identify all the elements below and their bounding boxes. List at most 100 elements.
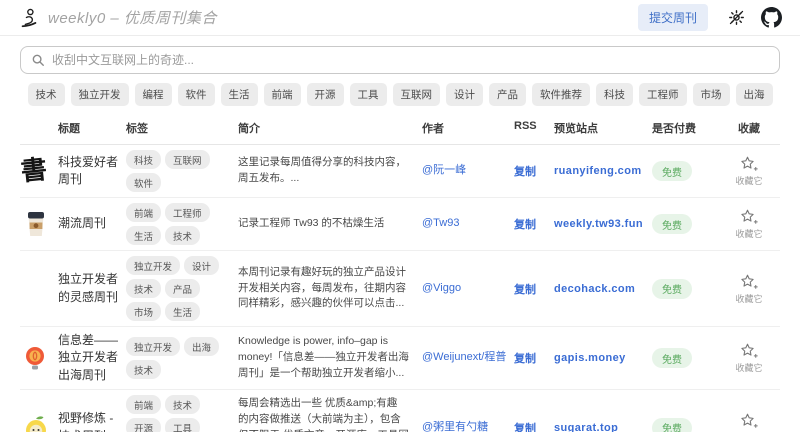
site-link[interactable]: weekly.tw93.fun — [554, 218, 652, 230]
weekly-tags: 独立开发设计技术产品市场生活 — [126, 256, 238, 321]
search-bar — [20, 46, 780, 74]
site-cell: decohack.com — [554, 283, 652, 295]
filter-tag[interactable]: 软件 — [178, 83, 215, 106]
author-cell: @阮一峰 — [422, 163, 514, 178]
favorite-label: 收藏它 — [735, 361, 762, 374]
favorite-cell: 收藏它 — [718, 412, 780, 432]
table-body: 書科技爱好者周刊科技互联网软件这里记录每周值得分享的科技内容，周五发布。...@… — [20, 145, 780, 432]
col-author: 作者 — [422, 112, 514, 144]
favorite-cell: 收藏它 — [718, 273, 780, 305]
paid-cell: 免费 — [652, 214, 718, 234]
col-fav: 收藏 — [718, 112, 780, 144]
weekly-tag: 工程师 — [165, 203, 210, 222]
favorite-star-button[interactable] — [739, 273, 759, 291]
weekly-tag: 技术 — [126, 279, 161, 298]
col-paid: 是否付费 — [652, 112, 718, 144]
site-cell: ruanyifeng.com — [554, 165, 652, 177]
filter-tag[interactable]: 软件推荐 — [532, 83, 590, 106]
star-plus-icon — [739, 155, 759, 173]
submit-weekly-button[interactable]: 提交周刊 — [638, 4, 708, 31]
weekly-tag: 生活 — [126, 226, 161, 245]
filter-tag[interactable]: 前端 — [264, 83, 301, 106]
favorite-star-button[interactable] — [739, 342, 759, 360]
filter-tag[interactable]: 编程 — [135, 83, 172, 106]
weekly-tag: 出海 — [184, 337, 219, 356]
weekly-tag: 科技 — [126, 150, 161, 169]
rss-copy-link[interactable]: 复制 — [514, 163, 554, 179]
rss-copy-link[interactable]: 复制 — [514, 420, 554, 432]
favorite-label: 收藏它 — [735, 174, 762, 187]
site-link[interactable]: decohack.com — [554, 283, 652, 295]
weekly-tags: 前端工程师生活技术 — [126, 203, 238, 245]
filter-tag[interactable]: 市场 — [693, 83, 730, 106]
col-desc: 简介 — [238, 112, 422, 144]
theme-toggle-icon[interactable] — [728, 9, 745, 26]
favorite-cell: 收藏它 — [718, 208, 780, 240]
filter-tag[interactable]: 工程师 — [639, 83, 687, 106]
weekly-tag: 技术 — [165, 395, 200, 414]
col-tags: 标签 — [126, 112, 238, 144]
filter-tag[interactable]: 开源 — [307, 83, 344, 106]
site-link[interactable]: ruanyifeng.com — [554, 165, 652, 177]
weekly-tags: 科技互联网软件 — [126, 150, 238, 192]
filter-tag[interactable]: 出海 — [736, 83, 773, 106]
table-row: 潮流周刊前端工程师生活技术记录工程师 Tw93 的不枯燥生活@Tw93复制wee… — [20, 198, 780, 251]
favorite-star-button[interactable] — [739, 412, 759, 430]
main-content: 技术独立开发编程软件生活前端开源工具互联网设计产品软件推荐科技工程师市场出海 标… — [0, 36, 800, 432]
paid-cell: 免费 — [652, 418, 718, 432]
lemon-icon — [21, 413, 51, 432]
weekly-description: 这里记录每周值得分享的科技内容，周五发布。... — [238, 155, 422, 187]
favorite-label: 收藏它 — [735, 292, 762, 305]
filter-tag[interactable]: 生活 — [221, 83, 258, 106]
logo-icon — [18, 7, 40, 29]
weekly-tag: 技术 — [126, 360, 161, 379]
row-icon-cell — [20, 344, 58, 372]
free-badge: 免费 — [652, 161, 692, 181]
favorite-star-button[interactable] — [739, 155, 759, 173]
free-badge: 免费 — [652, 214, 692, 234]
weekly-tag: 工具 — [165, 418, 200, 432]
weekly-tag: 设计 — [184, 256, 219, 275]
author-link[interactable]: @粥里有勺糖 — [422, 420, 508, 432]
site-link[interactable]: gapis.money — [554, 352, 652, 364]
rss-cell: 复制 — [514, 420, 554, 432]
author-link[interactable]: @Weijunext/程普 — [422, 350, 508, 365]
weekly-title: 潮流周刊 — [58, 215, 126, 232]
weekly-tag: 互联网 — [165, 150, 210, 169]
rss-copy-link[interactable]: 复制 — [514, 216, 554, 232]
free-badge: 免费 — [652, 348, 692, 368]
author-link[interactable]: @Viggo — [422, 281, 508, 296]
rss-cell: 复制 — [514, 163, 554, 179]
weekly-tag: 独立开发 — [126, 256, 180, 275]
author-cell: @Weijunext/程普 — [422, 350, 514, 365]
paid-cell: 免费 — [652, 279, 718, 299]
free-badge: 免费 — [652, 279, 692, 299]
site-link[interactable]: sugarat.top — [554, 422, 652, 432]
rss-cell: 复制 — [514, 281, 554, 297]
search-input[interactable] — [52, 53, 769, 67]
filter-tag[interactable]: 独立开发 — [71, 83, 129, 106]
weekly-title: 信息差——独立开发者出海周刊 — [58, 332, 126, 384]
star-plus-icon — [739, 412, 759, 430]
row-icon-cell: 書 — [20, 158, 58, 184]
rss-copy-link[interactable]: 复制 — [514, 281, 554, 297]
row-icon-cell — [20, 209, 58, 239]
rss-cell: 复制 — [514, 216, 554, 232]
github-icon[interactable] — [761, 7, 782, 28]
weekly-tag: 独立开发 — [126, 337, 180, 356]
rss-copy-link[interactable]: 复制 — [514, 350, 554, 366]
filter-tag[interactable]: 设计 — [446, 83, 483, 106]
author-link[interactable]: @Tw93 — [422, 216, 508, 231]
filter-tag[interactable]: 科技 — [596, 83, 633, 106]
filter-tag[interactable]: 产品 — [489, 83, 526, 106]
filter-tag[interactable]: 互联网 — [393, 83, 441, 106]
weekly-tag: 前端 — [126, 395, 161, 414]
col-rss: RSS — [514, 112, 554, 144]
author-link[interactable]: @阮一峰 — [422, 163, 508, 178]
favorite-star-button[interactable] — [739, 208, 759, 226]
weekly-tag: 生活 — [165, 302, 200, 321]
filter-tag[interactable]: 技术 — [28, 83, 65, 106]
weekly-description: 每周会精选出一些 优质&amp;有趣 的内容做推送（大前端为主），包含但不限于 … — [238, 396, 422, 432]
filter-tag[interactable]: 工具 — [350, 83, 387, 106]
author-cell: @粥里有勺糖 — [422, 420, 514, 432]
